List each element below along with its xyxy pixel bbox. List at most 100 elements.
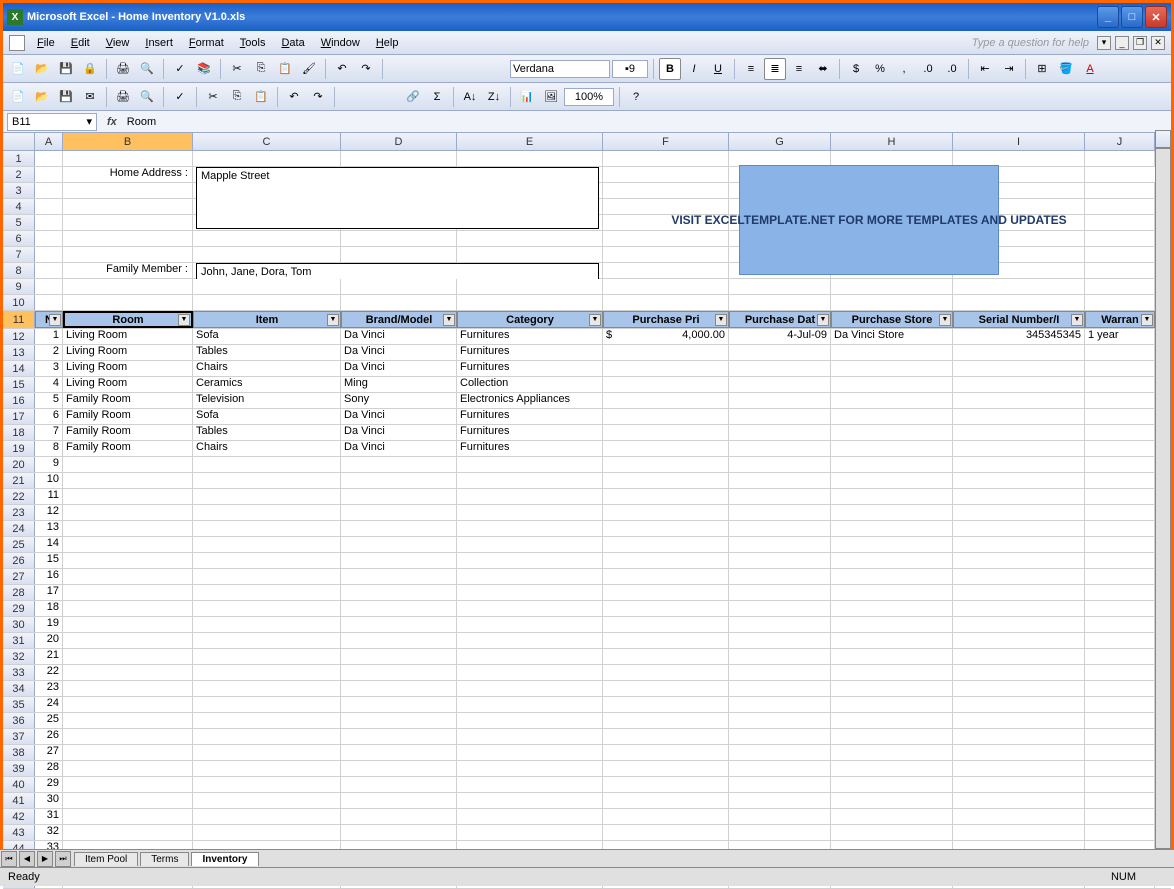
new-icon[interactable]: 📄	[7, 58, 29, 80]
filter-header-n[interactable]: N▼	[35, 311, 63, 328]
cell[interactable]	[193, 649, 341, 664]
fill-color-icon[interactable]: 🪣	[1055, 58, 1077, 80]
row-header-22[interactable]: 22	[3, 489, 35, 504]
vertical-splitter[interactable]	[1155, 130, 1171, 148]
help-icon[interactable]: ?	[625, 86, 647, 108]
decrease-indent-icon[interactable]: ⇤	[974, 58, 996, 80]
cell[interactable]	[953, 649, 1085, 664]
cell-n[interactable]: 14	[35, 537, 63, 552]
row-header-1[interactable]: 1	[3, 151, 35, 166]
cell[interactable]	[729, 585, 831, 600]
cell[interactable]	[729, 601, 831, 616]
cell[interactable]	[729, 777, 831, 792]
cell[interactable]	[35, 295, 63, 310]
cell-store[interactable]	[831, 441, 953, 456]
cell[interactable]	[729, 713, 831, 728]
cell-item[interactable]: Chairs	[193, 441, 341, 456]
cell[interactable]	[193, 825, 341, 840]
cell[interactable]	[457, 521, 603, 536]
cell[interactable]	[1085, 247, 1155, 262]
cell[interactable]	[831, 745, 953, 760]
cell-n[interactable]: 5	[35, 393, 63, 408]
cell[interactable]	[341, 585, 457, 600]
align-right-icon[interactable]: ≡	[788, 58, 810, 80]
row-header-39[interactable]: 39	[3, 761, 35, 776]
row-header-20[interactable]: 20	[3, 457, 35, 472]
decrease-decimal-icon[interactable]: .0	[941, 58, 963, 80]
cell[interactable]	[63, 697, 193, 712]
row-header-6[interactable]: 6	[3, 231, 35, 246]
cell-n[interactable]: 23	[35, 681, 63, 696]
cell-warranty[interactable]	[1085, 441, 1155, 456]
tab-prev-icon[interactable]: ◀	[19, 851, 35, 867]
cell[interactable]	[341, 665, 457, 680]
cell[interactable]	[953, 713, 1085, 728]
preview2-icon[interactable]: 🔍	[136, 86, 158, 108]
cell[interactable]	[63, 279, 193, 294]
cell[interactable]	[953, 151, 1085, 166]
row-header-34[interactable]: 34	[3, 681, 35, 696]
row-header-25[interactable]: 25	[3, 537, 35, 552]
sheet-tab-inventory[interactable]: Inventory	[191, 852, 258, 866]
cell[interactable]	[457, 617, 603, 632]
cell-n[interactable]: 7	[35, 425, 63, 440]
cell[interactable]	[729, 809, 831, 824]
menu-tools[interactable]: Tools	[232, 35, 274, 51]
cell[interactable]	[1085, 151, 1155, 166]
row-header-10[interactable]: 10	[3, 295, 35, 310]
template-banner[interactable]: VISIT EXCELTEMPLATE.NET FOR MORE TEMPLAT…	[739, 165, 999, 275]
cell[interactable]	[1085, 809, 1155, 824]
cell-serial[interactable]	[953, 409, 1085, 424]
cell-category[interactable]: Furnitures	[457, 409, 603, 424]
cell[interactable]	[457, 473, 603, 488]
copy-icon[interactable]: ⎘	[250, 58, 272, 80]
cell[interactable]	[603, 183, 729, 198]
cell-category[interactable]: Furnitures	[457, 441, 603, 456]
cell[interactable]	[729, 569, 831, 584]
row-header-7[interactable]: 7	[3, 247, 35, 262]
cell[interactable]	[729, 553, 831, 568]
cell[interactable]	[63, 521, 193, 536]
filter-header-item[interactable]: Item▼	[193, 311, 341, 328]
cell[interactable]	[603, 665, 729, 680]
tab-next-icon[interactable]: ▶	[37, 851, 53, 867]
cell[interactable]	[1085, 215, 1155, 230]
cell[interactable]	[729, 457, 831, 472]
autosum-icon[interactable]: Σ	[426, 86, 448, 108]
cell-n[interactable]: 20	[35, 633, 63, 648]
paste-icon[interactable]: 📋	[274, 58, 296, 80]
home-address-label[interactable]: Home Address :	[63, 167, 193, 182]
cell[interactable]	[953, 553, 1085, 568]
cell-n[interactable]: 16	[35, 569, 63, 584]
cell[interactable]	[193, 745, 341, 760]
cell[interactable]	[341, 697, 457, 712]
cell[interactable]	[603, 633, 729, 648]
cell[interactable]	[457, 681, 603, 696]
cell-n[interactable]: 27	[35, 745, 63, 760]
cut2-icon[interactable]: ✂	[202, 86, 224, 108]
cell-warranty[interactable]	[1085, 361, 1155, 376]
mail-icon[interactable]: ✉	[79, 86, 101, 108]
cell[interactable]	[1085, 537, 1155, 552]
cell[interactable]	[831, 681, 953, 696]
cell-serial[interactable]	[953, 441, 1085, 456]
col-header-A[interactable]: A	[35, 133, 63, 150]
cell[interactable]	[953, 601, 1085, 616]
cell-n[interactable]: 12	[35, 505, 63, 520]
cell-price[interactable]: $4,000.00	[603, 329, 729, 344]
cell-price[interactable]	[603, 393, 729, 408]
cell[interactable]	[1085, 569, 1155, 584]
sheet-tab-item-pool[interactable]: Item Pool	[74, 852, 138, 866]
cell[interactable]	[603, 295, 729, 310]
menu-help[interactable]: Help	[368, 35, 407, 51]
cell[interactable]	[193, 521, 341, 536]
cell[interactable]	[341, 649, 457, 664]
undo2-icon[interactable]: ↶	[283, 86, 305, 108]
cell[interactable]	[63, 825, 193, 840]
cell[interactable]	[341, 825, 457, 840]
filter-dropdown-icon[interactable]: ▼	[1071, 314, 1083, 326]
cell[interactable]	[603, 777, 729, 792]
cell[interactable]	[35, 247, 63, 262]
cell[interactable]	[953, 697, 1085, 712]
cell[interactable]	[831, 633, 953, 648]
